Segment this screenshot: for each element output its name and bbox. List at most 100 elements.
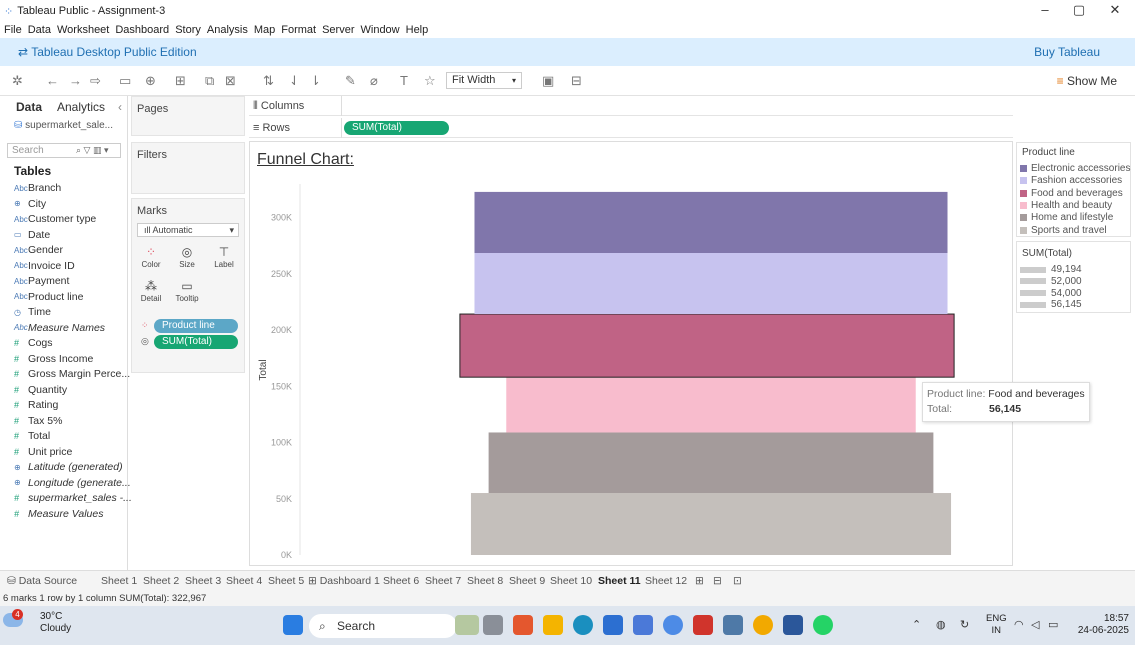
funnel-bar[interactable] — [488, 432, 934, 494]
menu-story[interactable]: Story — [175, 24, 201, 36]
legend-item[interactable]: Electronic accessories — [1020, 163, 1130, 174]
field-item[interactable]: # Cogs — [14, 337, 53, 349]
field-item[interactable]: # Tax 5% — [14, 415, 62, 427]
sheet-tab[interactable]: Sheet 2 — [143, 575, 179, 587]
sheet-tab[interactable]: Sheet 4 — [226, 575, 262, 587]
legend-item[interactable]: Food and beverages — [1020, 188, 1123, 199]
language-indicator[interactable]: ENG IN — [986, 613, 1007, 637]
funnel-bar[interactable] — [474, 252, 948, 315]
datasource-item[interactable]: ⛁ supermarket_sale... — [14, 120, 113, 131]
legend-item[interactable]: Fashion accessories — [1020, 175, 1122, 186]
field-item[interactable]: Abc Measure Names — [14, 322, 105, 334]
file-explorer-icon[interactable] — [543, 615, 563, 635]
detail-button[interactable]: ⁂ Detail — [137, 279, 165, 307]
sheet-tab[interactable]: Sheet 9 — [509, 575, 545, 587]
legend-item[interactable]: Home and lifestyle — [1020, 212, 1113, 223]
menu-analysis[interactable]: Analysis — [207, 24, 248, 36]
minimize-button[interactable]: – — [1030, 2, 1060, 20]
sheet-tab[interactable]: Sheet 8 — [467, 575, 503, 587]
edge-icon[interactable] — [573, 615, 593, 635]
calendar-icon[interactable] — [633, 615, 653, 635]
menu-worksheet[interactable]: Worksheet — [57, 24, 109, 36]
menu-server[interactable]: Server — [322, 24, 354, 36]
highlight-icon[interactable]: ✎ — [345, 73, 356, 89]
size-legend-item[interactable]: 56,145 — [1020, 299, 1082, 310]
sheet-tab[interactable]: Sheet 6 — [383, 575, 419, 587]
sheet-tab[interactable]: Sheet 12 — [645, 575, 687, 587]
redo-dropdown-icon[interactable]: ⇨ — [90, 73, 101, 89]
new-story-tab-icon[interactable]: ⊡ — [733, 575, 742, 587]
sheet-tab[interactable]: Sheet 5 — [268, 575, 304, 587]
close-button[interactable]: ✕ — [1100, 2, 1130, 20]
clear-sheet-icon[interactable]: ⊠ — [225, 73, 236, 89]
menu-data[interactable]: Data — [28, 24, 51, 36]
field-item[interactable]: Abc Customer type — [14, 213, 96, 225]
menu-dashboard[interactable]: Dashboard — [115, 24, 169, 36]
size-legend-item[interactable]: 52,000 — [1020, 276, 1082, 287]
pill-sum-total[interactable]: SUM(Total) — [154, 335, 238, 349]
swap-icon[interactable]: ⇅ — [263, 73, 274, 89]
whatsapp-icon[interactable] — [813, 615, 833, 635]
labels-icon[interactable]: T — [400, 73, 408, 88]
volume-icon[interactable]: ◁ — [1031, 618, 1039, 631]
menu-window[interactable]: Window — [361, 24, 400, 36]
field-item[interactable]: # Gross Margin Perce... — [14, 368, 130, 380]
field-item[interactable]: # Total — [14, 430, 50, 442]
presentation-icon[interactable]: ⊟ — [571, 73, 582, 89]
field-item[interactable]: Abc Payment — [14, 275, 69, 287]
funnel-bar[interactable] — [459, 313, 955, 378]
collapse-pane-icon[interactable]: ‹ — [118, 100, 122, 114]
size-legend-item[interactable]: 49,194 — [1020, 264, 1082, 275]
restore-button[interactable]: ▢ — [1064, 2, 1094, 20]
new-datasource-icon[interactable]: ⊕ — [145, 73, 156, 89]
pin-axis-icon[interactable]: ☆ — [424, 73, 436, 89]
sort-descending-icon[interactable]: ⇂ — [310, 73, 321, 89]
save-icon[interactable]: ▭ — [119, 73, 131, 89]
funnel-bar[interactable] — [506, 377, 916, 433]
pages-card[interactable]: Pages — [131, 96, 245, 136]
menu-format[interactable]: Format — [281, 24, 316, 36]
rows-pill-sum-total[interactable]: SUM(Total) — [344, 121, 449, 135]
sheet-tab[interactable]: Sheet 7 — [425, 575, 461, 587]
sheet-tab[interactable]: Sheet 10 — [550, 575, 592, 587]
chrome-icon[interactable] — [753, 615, 773, 635]
task-view-icon[interactable] — [483, 615, 503, 635]
new-worksheet-tab-icon[interactable]: ⊞ — [695, 575, 704, 587]
field-item[interactable]: # Measure Values — [14, 508, 103, 520]
mail-icon[interactable] — [603, 615, 623, 635]
field-item[interactable]: # Unit price — [14, 446, 72, 458]
field-item[interactable]: ⊕ Latitude (generated) — [14, 461, 123, 473]
clock[interactable]: 18:57 24-06-2025 — [1078, 613, 1129, 637]
field-item[interactable]: Abc Invoice ID — [14, 260, 75, 272]
legend-item[interactable]: Sports and travel — [1020, 225, 1107, 236]
widgets-icon[interactable] — [455, 615, 479, 635]
word-icon[interactable] — [783, 615, 803, 635]
taskbar-search[interactable]: ⌕ Search — [309, 614, 457, 638]
funnel-bar[interactable] — [474, 191, 948, 253]
buy-tableau-link[interactable]: Buy Tableau — [1034, 45, 1100, 59]
new-dashboard-tab-icon[interactable]: ⊟ — [713, 575, 722, 587]
field-item[interactable]: Abc Product line — [14, 291, 83, 303]
sheet-tab[interactable]: Sheet 1 — [101, 575, 137, 587]
label-button[interactable]: ⊤ Label — [210, 245, 238, 273]
field-item[interactable]: Abc Gender — [14, 244, 63, 256]
sheet-tab[interactable]: Sheet 3 — [185, 575, 221, 587]
windows-start-icon[interactable] — [283, 615, 303, 635]
sheet-tab[interactable]: ⊞ Dashboard 1 — [308, 575, 380, 587]
group-icon[interactable]: ⌀ — [370, 73, 378, 89]
tray-app-icon[interactable]: ◍ — [936, 618, 946, 631]
sheet-tab[interactable]: Sheet 11 — [598, 575, 641, 587]
tableau-app-icon[interactable] — [723, 615, 743, 635]
show-cards-icon[interactable]: ▣ — [542, 73, 554, 89]
mark-type-dropdown[interactable]: ıll Automatic ▾ — [137, 223, 239, 237]
field-item[interactable]: # Quantity — [14, 384, 67, 396]
help-icon[interactable] — [663, 615, 683, 635]
field-item[interactable]: ◷ Time — [14, 306, 51, 318]
field-item[interactable]: Abc Branch — [14, 182, 61, 194]
size-button[interactable]: ◎ Size — [173, 245, 201, 273]
tab-analytics[interactable]: Analytics — [57, 100, 105, 114]
tray-chevron-icon[interactable]: ⌃ — [912, 618, 921, 631]
tableau-icon[interactable]: ✲ — [12, 73, 23, 89]
tray-sync-icon[interactable]: ↻ — [960, 618, 969, 631]
redo-icon[interactable]: → — [69, 73, 82, 88]
